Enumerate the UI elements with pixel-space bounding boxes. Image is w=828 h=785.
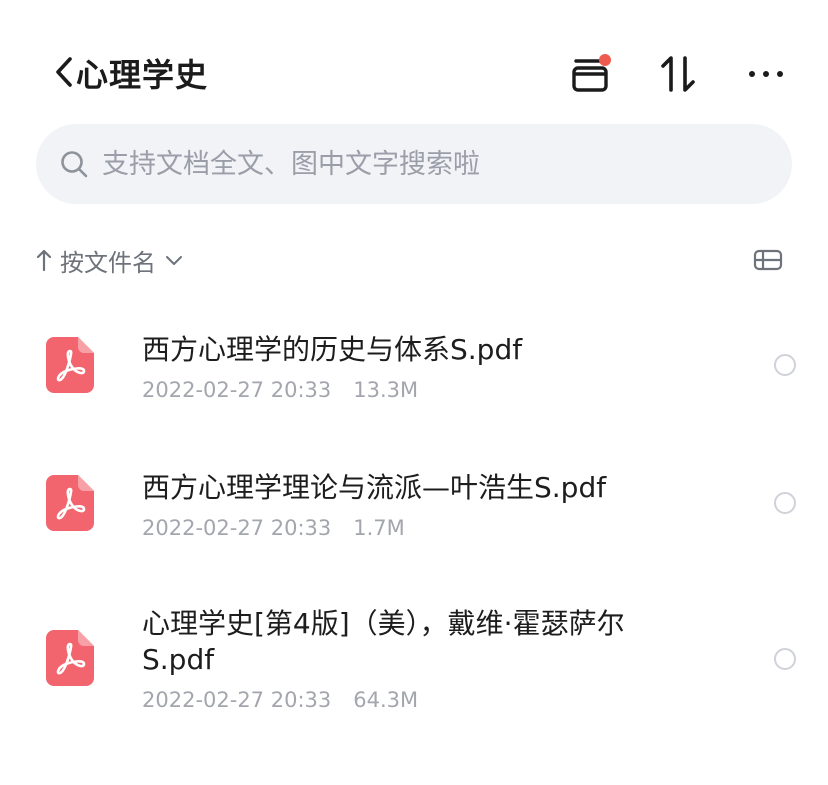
file-info: 西方心理学理论与流派—叶浩生S.pdf 2022-02-27 20:33 1.7…: [142, 470, 702, 540]
file-info: 西方心理学的历史与体系S.pdf 2022-02-27 20:33 13.3M: [142, 332, 702, 402]
sort-label: 按文件名: [60, 248, 156, 277]
file-info: 心理学史[第4版]（美），戴维·霍瑟萨尔S.pdf 2022-02-27 20:…: [142, 606, 702, 712]
pdf-icon: [46, 337, 94, 393]
sort-arrows-icon: [661, 56, 695, 92]
file-meta: 2022-02-27 20:33 13.3M: [142, 378, 702, 402]
select-checkbox[interactable]: [774, 354, 796, 376]
transfer-button[interactable]: [568, 52, 612, 96]
search-bar[interactable]: [36, 124, 792, 204]
more-button[interactable]: [744, 52, 788, 96]
file-size: 1.7M: [353, 516, 405, 540]
file-name: 西方心理学的历史与体系S.pdf: [142, 333, 523, 366]
more-dots-icon: [749, 71, 783, 77]
file-date: 2022-02-27 20:33: [142, 688, 332, 712]
chevron-left-icon: [56, 57, 72, 87]
list-view-icon: [753, 249, 783, 271]
search-icon: [58, 148, 90, 180]
file-name: 西方心理学理论与流派—叶浩生S.pdf: [142, 471, 607, 504]
file-row[interactable]: 西方心理学理论与流派—叶浩生S.pdf 2022-02-27 20:33 1.7…: [0, 458, 828, 548]
file-size: 64.3M: [353, 688, 419, 712]
file-size: 13.3M: [353, 378, 419, 402]
arrow-up-icon: [36, 249, 52, 272]
back-button[interactable]: [50, 52, 78, 92]
file-row[interactable]: 西方心理学的历史与体系S.pdf 2022-02-27 20:33 13.3M: [0, 320, 828, 410]
select-checkbox[interactable]: [774, 648, 796, 670]
file-meta: 2022-02-27 20:33 64.3M: [142, 688, 702, 712]
chevron-down-icon: [166, 256, 182, 265]
select-checkbox[interactable]: [774, 492, 796, 514]
top-actions: [568, 52, 788, 96]
file-meta: 2022-02-27 20:33 1.7M: [142, 516, 702, 540]
top-header: 心理学史: [0, 40, 828, 104]
sort-toggle-button[interactable]: [656, 52, 700, 96]
view-toggle-button[interactable]: [748, 240, 788, 280]
pdf-icon: [46, 630, 94, 686]
pdf-icon: [46, 475, 94, 531]
file-date: 2022-02-27 20:33: [142, 516, 332, 540]
file-row[interactable]: 心理学史[第4版]（美），戴维·霍瑟萨尔S.pdf 2022-02-27 20:…: [0, 596, 828, 724]
sort-dropdown[interactable]: 按文件名: [36, 243, 184, 278]
sort-row: 按文件名: [36, 240, 792, 280]
page-title: 心理学史: [76, 56, 209, 94]
file-name: 心理学史[第4版]（美），戴维·霍瑟萨尔S.pdf: [142, 607, 625, 676]
search-input[interactable]: [100, 147, 744, 181]
file-date: 2022-02-27 20:33: [142, 378, 332, 402]
notification-dot: [599, 54, 611, 66]
